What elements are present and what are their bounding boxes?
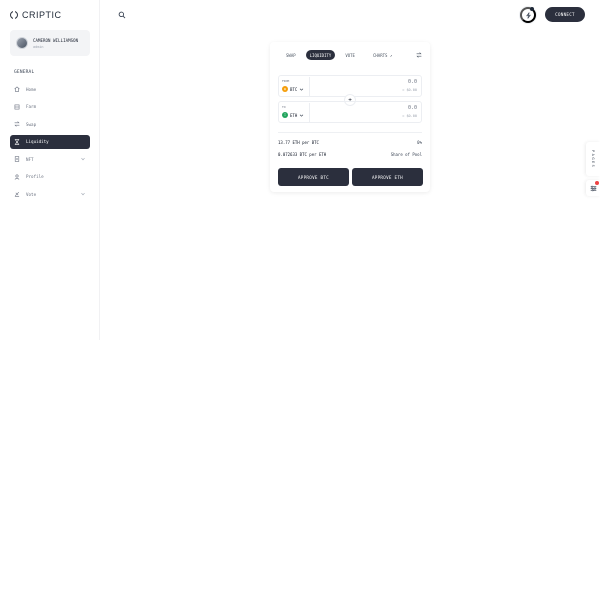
search-icon[interactable]	[118, 11, 126, 19]
profile-icon	[14, 173, 20, 180]
from-field[interactable]: FROM ₿ BTC 0.0 = $0.00	[278, 75, 422, 97]
criptic-logo-icon	[10, 11, 18, 19]
section-title-general: GENERAL	[14, 70, 35, 75]
eth-coin-icon: Ξ	[282, 112, 288, 118]
to-usd-value: = $0.00	[402, 114, 417, 118]
pages-label: PAGES	[591, 149, 595, 169]
sidebar-item-vote[interactable]: Vote	[10, 187, 90, 201]
user-card[interactable]: CAMERON WILLIAMSON admin	[10, 30, 90, 56]
sidebar-item-profile[interactable]: Profile	[10, 170, 90, 184]
approve-btc-button[interactable]: APPROVE BTC	[278, 168, 349, 186]
field-divider	[309, 103, 310, 122]
from-label: FROM	[282, 79, 290, 83]
from-token-select[interactable]: ₿ BTC	[282, 86, 304, 92]
sliders-icon	[590, 185, 597, 192]
tab-swap[interactable]: SWAP	[282, 50, 300, 60]
to-label: TO	[282, 105, 286, 109]
to-field[interactable]: TO Ξ ETH 0.0 = $0.00	[278, 101, 422, 123]
notification-dot	[530, 7, 534, 11]
tab-vote[interactable]: VOTE	[341, 50, 359, 60]
sidebar-item-label: Farm	[26, 104, 37, 109]
farm-icon	[14, 104, 20, 110]
field-divider	[309, 77, 310, 96]
settings-alert-dot	[595, 181, 599, 185]
sidebar: CRIPTIC CAMERON WILLIAMSON admin GENERAL…	[0, 0, 100, 340]
chevron-down-icon	[299, 113, 304, 118]
tab-charts[interactable]: CHARTS ↗	[369, 50, 396, 60]
swap-icon	[14, 121, 20, 127]
sidebar-menu: Home Farm Swap Liquidity NFT Profile Vot…	[10, 82, 90, 205]
card-tabs: SWAP LIQUIDITY VOTE CHARTS ↗	[278, 50, 424, 60]
divider	[278, 132, 422, 133]
from-usd-value: = $0.00	[402, 88, 417, 92]
avatar	[16, 37, 28, 49]
chevron-down-icon	[299, 87, 304, 92]
user-name: CAMERON WILLIAMSON	[33, 37, 79, 43]
rate-eth-per-btc: 13.77 ETH per BTC	[278, 140, 319, 145]
to-amount-input[interactable]: 0.0	[408, 105, 417, 111]
liquidity-card: SWAP LIQUIDITY VOTE CHARTS ↗ FROM ₿ BTC …	[270, 42, 430, 192]
sidebar-item-farm[interactable]: Farm	[10, 100, 90, 114]
sidebar-item-swap[interactable]: Swap	[10, 117, 90, 131]
sidebar-item-label: Profile	[26, 174, 44, 179]
brand-logo[interactable]: CRIPTIC	[10, 10, 62, 20]
approve-eth-button[interactable]: APPROVE ETH	[352, 168, 423, 186]
rate-row: 13.77 ETH per BTC 0%	[278, 140, 422, 145]
sidebar-item-label: NFT	[26, 156, 34, 162]
brand-name: CRIPTIC	[22, 10, 62, 20]
sidebar-item-liquidity[interactable]: Liquidity	[10, 134, 90, 149]
rate-btc-per-eth: 0.072633 BTC per ETH	[278, 152, 327, 157]
chevron-down-icon	[80, 191, 86, 197]
home-icon	[14, 86, 20, 92]
flash-icon	[525, 11, 532, 19]
sidebar-item-home[interactable]: Home	[10, 82, 90, 96]
sidebar-item-nft[interactable]: NFT	[10, 152, 90, 166]
sidebar-item-label: Vote	[26, 191, 37, 197]
pool-share-label: Share of Pool	[390, 152, 422, 157]
swap-direction-icon[interactable]	[416, 52, 422, 58]
tab-liquidity[interactable]: LIQUIDITY	[305, 50, 336, 60]
from-amount-input[interactable]: 0.0	[408, 79, 417, 85]
sidebar-item-label: Home	[26, 86, 37, 92]
pool-share-value: 0%	[417, 140, 422, 145]
to-token-symbol: ETH	[290, 112, 298, 118]
from-token-symbol: BTC	[290, 86, 298, 92]
liquidity-icon	[14, 138, 20, 145]
sidebar-item-label: Liquidity	[26, 139, 49, 144]
chevron-down-icon	[80, 156, 86, 162]
btc-coin-icon: ₿	[282, 86, 288, 92]
nft-icon	[14, 156, 20, 162]
user-role: admin	[33, 44, 44, 49]
to-token-select[interactable]: Ξ ETH	[282, 112, 304, 118]
sidebar-item-label: Swap	[26, 121, 37, 127]
connect-wallet-button[interactable]: CONNECT	[545, 7, 585, 22]
pages-side-tab[interactable]: PAGES	[586, 142, 600, 176]
user-meta: CAMERON WILLIAMSON admin	[33, 38, 78, 49]
vote-icon	[14, 191, 20, 197]
rate-row: 0.072633 BTC per ETH Share of Pool	[278, 152, 422, 157]
